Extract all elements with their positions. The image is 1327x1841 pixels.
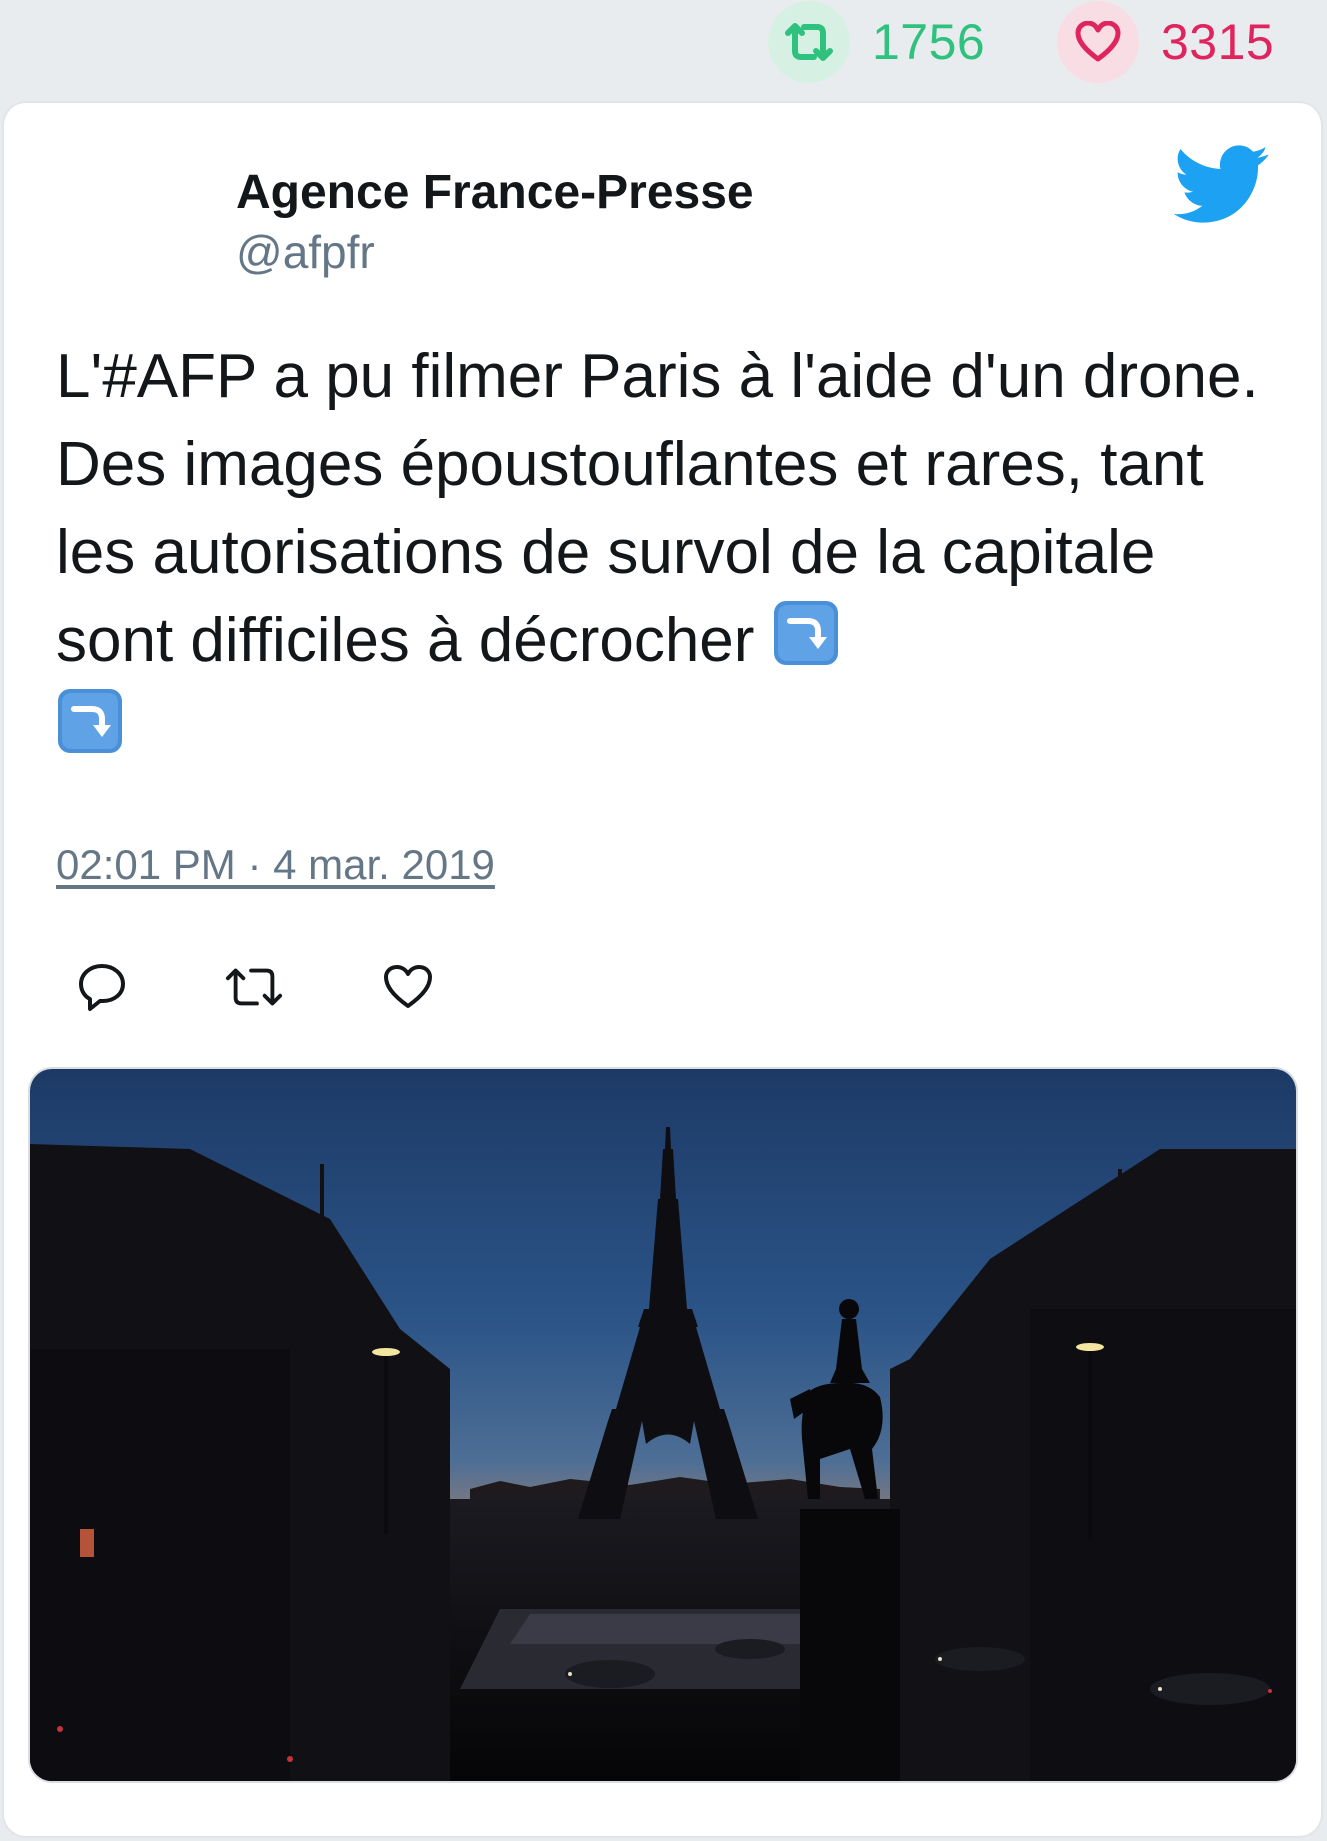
arrow-curving-down-emoji-1	[772, 599, 840, 667]
retweet-count: 1756	[872, 14, 986, 70]
reply-button[interactable]	[72, 957, 132, 1017]
retweet-stat[interactable]: 1756	[768, 1, 986, 83]
tweet-text: L'#AFP a pu filmer Paris à l'aide d'un d…	[56, 333, 1276, 773]
like-button[interactable]	[378, 957, 438, 1017]
heart-icon	[384, 965, 432, 1008]
retweet-icon	[768, 1, 850, 83]
like-count: 3315	[1161, 14, 1275, 70]
arrow-curving-down-emoji-2	[56, 687, 124, 755]
twitter-bird-icon[interactable]	[1173, 145, 1270, 225]
like-stat[interactable]: 3315	[1057, 1, 1275, 83]
heart-icon	[1057, 1, 1139, 83]
tweet-timestamp[interactable]: 02:01 PM · 4 mar. 2019	[56, 841, 495, 889]
retweet-icon	[225, 968, 283, 1006]
tweet-card: Agence France-Presse @afpfr L'#AFP a pu …	[4, 103, 1321, 1836]
tweet-page: 1756 3315 Agence France-Presse @afpfr L'…	[0, 0, 1327, 1841]
engagement-stats: 1756 3315	[0, 0, 1327, 100]
tweet-media-photo[interactable]	[30, 1069, 1296, 1781]
eiffel-tower-dusk-photo	[30, 1069, 1296, 1781]
author-name[interactable]: Agence France-Presse	[236, 165, 754, 220]
retweet-button[interactable]	[224, 957, 284, 1017]
reply-icon	[79, 964, 125, 1011]
author-handle[interactable]: @afpfr	[236, 225, 375, 279]
tweet-text-body: L'#AFP a pu filmer Paris à l'aide d'un d…	[56, 342, 1259, 675]
